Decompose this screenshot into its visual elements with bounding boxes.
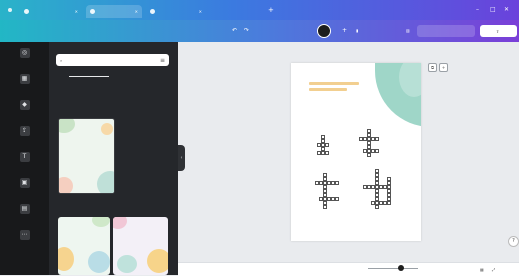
flower-decoration bbox=[88, 251, 110, 273]
search-icon: ⌕ bbox=[60, 57, 63, 63]
design-page[interactable] bbox=[291, 63, 421, 241]
rail-item-photos[interactable]: ▣ bbox=[0, 178, 49, 190]
minimize-icon[interactable]: – bbox=[476, 6, 479, 13]
crossword-cell bbox=[375, 149, 379, 153]
crossword-cell bbox=[325, 143, 329, 147]
share-icon: ⇪ bbox=[495, 28, 500, 34]
window-menu-dot[interactable] bbox=[8, 8, 12, 12]
rail-item-templates[interactable]: ▦ bbox=[0, 74, 49, 86]
crossword-cell bbox=[371, 201, 375, 205]
leaf-decoration bbox=[92, 217, 110, 227]
crossword-cell bbox=[317, 151, 321, 155]
crossword-cell bbox=[375, 205, 379, 209]
title-placeholder bbox=[309, 82, 359, 85]
close-window-icon[interactable]: ✕ bbox=[504, 6, 509, 13]
share-button[interactable]: ⇪ bbox=[480, 25, 517, 37]
close-tab-icon[interactable]: ✕ bbox=[135, 9, 138, 14]
rail-item-projects[interactable]: ▤ bbox=[0, 204, 49, 216]
crossword-cell bbox=[371, 185, 375, 189]
page-tools: ⧉ + bbox=[428, 63, 448, 72]
editor-toolbar: ↶ ↷ + ▮ ▥ ⇪ bbox=[0, 20, 519, 42]
leaf-decoration bbox=[97, 171, 114, 193]
chart-icon[interactable]: ▥ bbox=[406, 28, 410, 33]
text-icon: T bbox=[19, 152, 30, 162]
zoom-slider-handle[interactable] bbox=[398, 265, 404, 271]
duplicate-page-icon[interactable]: ⧉ bbox=[428, 63, 437, 72]
grid-view-icon[interactable]: ▦ bbox=[480, 267, 484, 272]
active-tab-indicator bbox=[69, 76, 109, 77]
rail-item-uploads[interactable]: ⇪ bbox=[0, 126, 49, 138]
crossword-cell bbox=[363, 149, 367, 153]
leaf-decoration bbox=[59, 119, 75, 133]
crossword-cell bbox=[363, 137, 367, 141]
template-thumbnail[interactable] bbox=[58, 217, 110, 275]
template-thumbnail[interactable] bbox=[113, 217, 168, 275]
flower-decoration bbox=[59, 177, 73, 193]
flower-decoration bbox=[113, 217, 127, 229]
flower-decoration bbox=[101, 123, 113, 135]
search-input[interactable] bbox=[65, 57, 151, 63]
search-bar[interactable]: ⌕ ≡ bbox=[56, 54, 169, 66]
apps-icon: ◎ bbox=[19, 48, 30, 58]
crossword-cell bbox=[325, 151, 329, 155]
left-nav-rail: ◎ ▦ ◆ ⇪ T ▣ ▤ ⋯ bbox=[0, 42, 49, 275]
browser-tab-3[interactable]: ✕ bbox=[146, 5, 206, 18]
favicon-icon bbox=[90, 9, 95, 14]
flower-decoration bbox=[58, 247, 74, 271]
template-thumbnail[interactable] bbox=[58, 118, 115, 194]
maximize-icon[interactable]: □ bbox=[490, 6, 496, 13]
new-tab-icon[interactable]: + bbox=[268, 6, 274, 14]
plus-icon[interactable]: + bbox=[342, 27, 347, 34]
browser-tab-bar: ✕ ✕ ✕ + – □ ✕ bbox=[0, 0, 519, 20]
templates-panel: ⌕ ≡ bbox=[49, 42, 178, 275]
close-tab-icon[interactable]: ✕ bbox=[75, 9, 78, 14]
browser-tab-2[interactable]: ✕ bbox=[86, 5, 142, 18]
present-button[interactable] bbox=[417, 25, 475, 37]
rail-item-text[interactable]: T bbox=[0, 152, 49, 164]
add-page-icon[interactable]: + bbox=[439, 63, 448, 72]
uploads-icon: ⇪ bbox=[19, 126, 30, 136]
collapse-panel-icon[interactable]: ‹ bbox=[178, 145, 185, 171]
bottom-bar: ▦ ⤢ bbox=[178, 262, 519, 276]
favicon-icon bbox=[24, 9, 29, 14]
crossword-cell bbox=[367, 153, 371, 157]
flower-decoration bbox=[147, 249, 168, 273]
rail-item-elements[interactable]: ◆ bbox=[0, 100, 49, 112]
crossword-cell bbox=[375, 137, 379, 141]
crossword-cell bbox=[383, 185, 387, 189]
title-placeholder bbox=[309, 88, 347, 91]
rail-item-apps[interactable]: ◎ bbox=[0, 48, 49, 60]
crossword-cell bbox=[335, 197, 339, 201]
redo-icon[interactable]: ↷ bbox=[244, 27, 249, 34]
photos-icon: ▣ bbox=[19, 178, 30, 188]
analytics-icon[interactable]: ▮ bbox=[356, 28, 358, 33]
elements-icon: ◆ bbox=[19, 100, 30, 110]
crossword-cell bbox=[383, 201, 387, 205]
rail-item-more[interactable]: ⋯ bbox=[0, 230, 49, 242]
projects-icon: ▤ bbox=[19, 204, 30, 214]
crossword-cell bbox=[323, 205, 327, 209]
filter-icon[interactable]: ≡ bbox=[160, 57, 165, 64]
zoom-slider[interactable] bbox=[368, 268, 418, 269]
crossword-cell bbox=[319, 181, 323, 185]
crossword-cell bbox=[387, 201, 391, 205]
browser-tab-1[interactable]: ✕ bbox=[20, 5, 82, 18]
crossword-cell bbox=[335, 181, 339, 185]
undo-icon[interactable]: ↶ bbox=[232, 27, 237, 34]
close-tab-icon[interactable]: ✕ bbox=[199, 9, 202, 14]
fullscreen-icon[interactable]: ⤢ bbox=[492, 267, 495, 272]
favicon-icon bbox=[150, 9, 155, 14]
crossword-cell bbox=[319, 197, 323, 201]
help-icon[interactable]: ? bbox=[508, 236, 519, 247]
more-icon: ⋯ bbox=[19, 230, 30, 240]
avatar[interactable] bbox=[317, 24, 331, 38]
templates-icon: ▦ bbox=[19, 74, 30, 84]
leaf-decoration bbox=[117, 255, 137, 273]
